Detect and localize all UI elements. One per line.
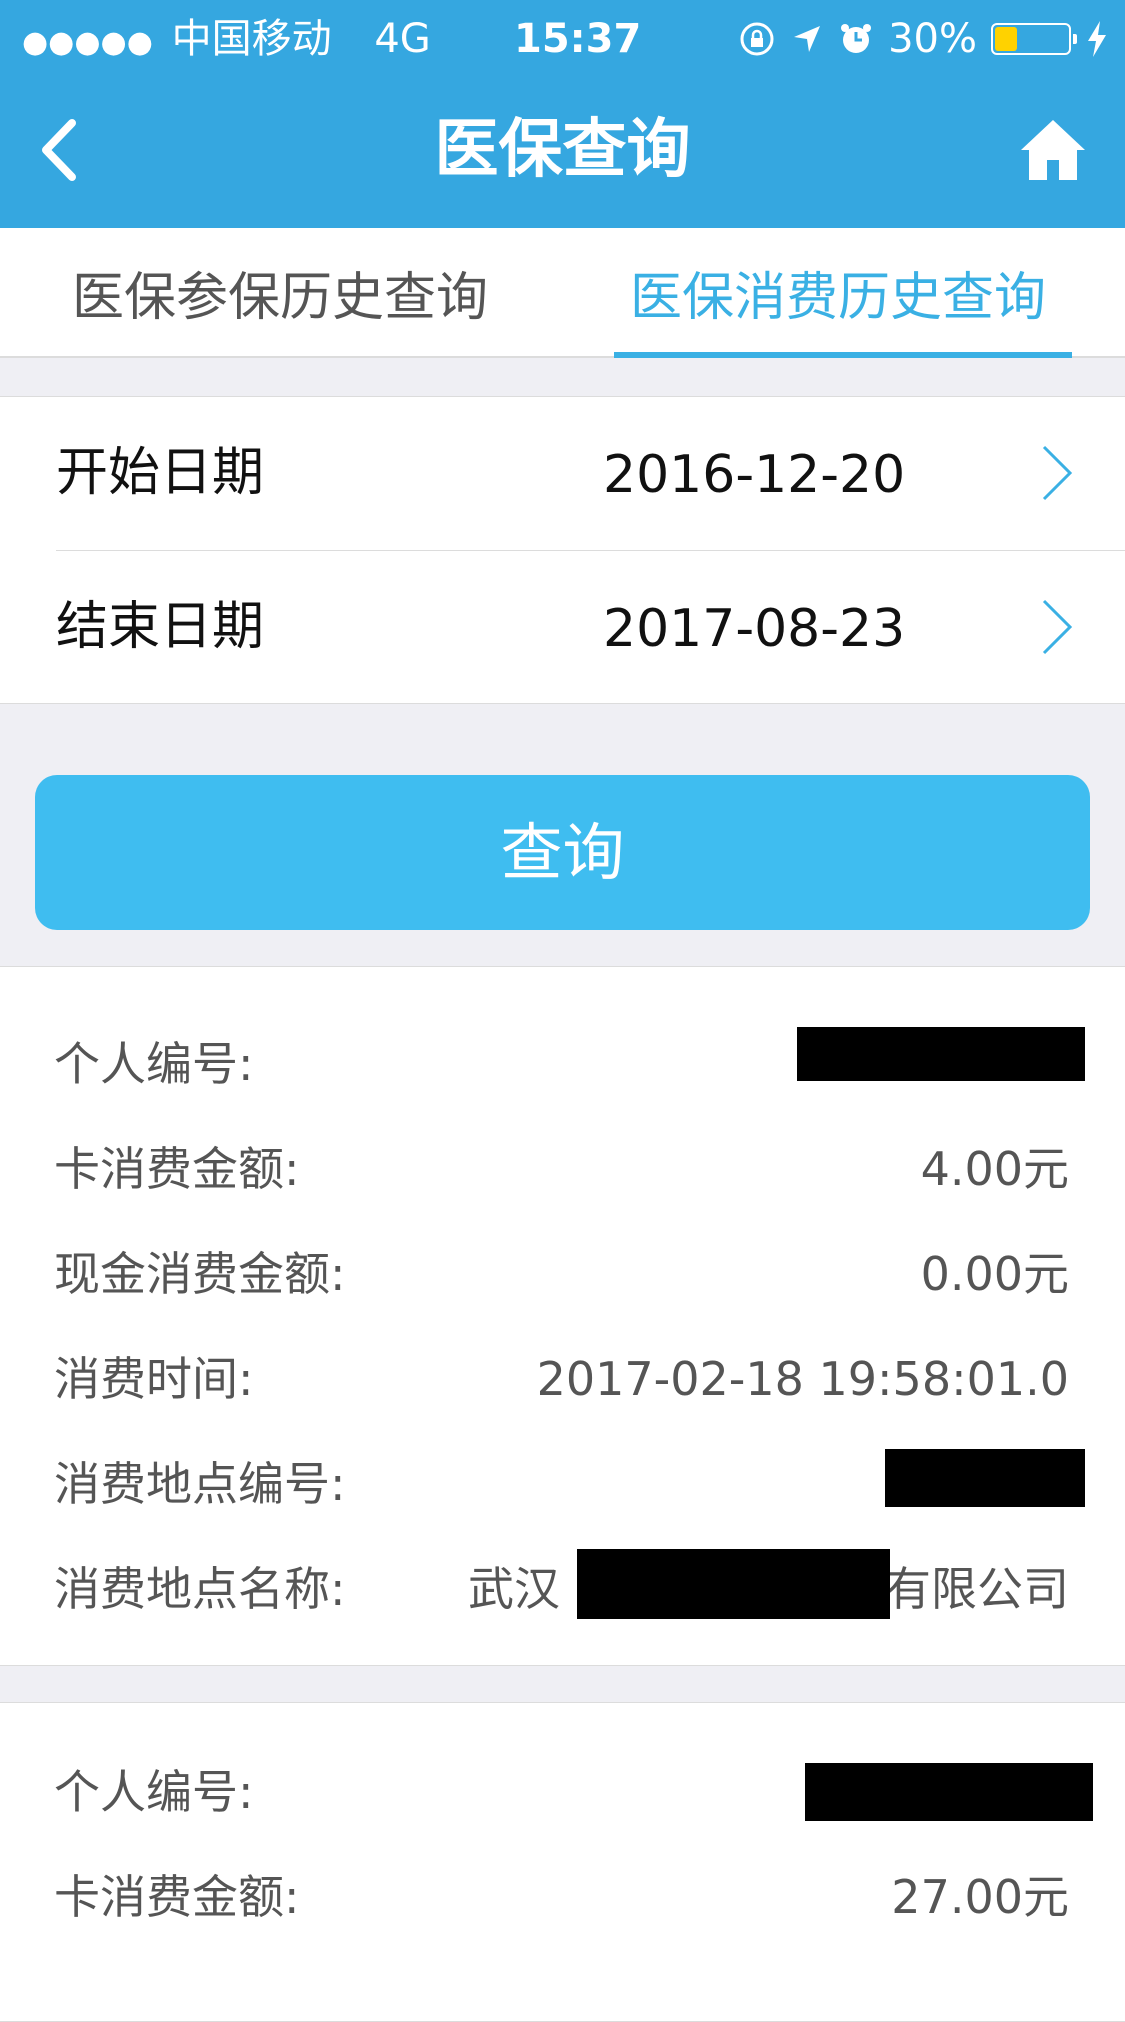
tab-insurance-history[interactable]: 医保参保历史查询 [72,266,488,330]
personal-id-label: 个人编号: [54,1765,254,1819]
card-amount-field: 卡消费金额: 27.00元 [0,1862,1125,1932]
home-button[interactable] [1017,114,1089,186]
alarm-icon [841,24,872,53]
active-tab-indicator [614,352,1072,358]
battery-icon [991,23,1077,55]
query-button[interactable]: 查询 [35,775,1090,930]
place-name-prefix: 武汉 [468,1562,560,1616]
start-date-label: 开始日期 [56,443,265,503]
battery-percent: 30% [888,16,977,62]
place-id-label: 消费地点编号: [54,1457,346,1511]
end-date-label: 结束日期 [56,597,265,657]
place-name-field: 消费地点名称: 武汉 有限公司 [0,1554,1125,1624]
header: ●●●●● 中国移动 4G 15:37 30% 医保查询 [0,0,1125,228]
status-bar: ●●●●● 中国移动 4G 15:37 30% [0,0,1125,80]
navigation-bar: 医保查询 [0,90,1125,210]
start-date-row[interactable]: 开始日期 2016-12-20 [0,397,1125,550]
tab-consumption-history[interactable]: 医保消费历史查询 [630,266,1046,330]
status-right: 30% [738,14,1109,64]
place-name-label: 消费地点名称: [54,1562,346,1616]
card-amount-label: 卡消费金额: [54,1142,300,1196]
consumption-record: 个人编号: 卡消费金额: 4.00元 现金消费金额: 0.00元 消费时间: 2… [0,966,1125,1666]
personal-id-label: 个人编号: [54,1037,254,1091]
end-date-row[interactable]: 结束日期 2017-08-23 [0,551,1125,704]
start-date-value: 2016-12-20 [603,445,906,505]
signal-strength-icon: ●●●●● [22,25,153,60]
card-amount-value: 27.00元 [891,1870,1069,1924]
redacted-block [885,1449,1085,1507]
redacted-block [805,1763,1093,1821]
cash-amount-field: 现金消费金额: 0.00元 [0,1239,1125,1309]
chevron-right-icon [1042,445,1073,501]
battery-level [995,27,1017,51]
card-amount-value: 4.00元 [920,1142,1069,1196]
network-type: 4G [374,16,431,62]
date-filter-card: 开始日期 2016-12-20 结束日期 2017-08-23 [0,396,1125,704]
end-date-value: 2017-08-23 [603,599,906,659]
tab-bar: 医保参保历史查询 医保消费历史查询 [0,228,1125,358]
cash-amount-label: 现金消费金额: [54,1247,346,1301]
redacted-block [577,1549,890,1619]
card-amount-label: 卡消费金额: [54,1870,300,1924]
location-arrow-icon [794,26,821,52]
status-left: ●●●●● 中国移动 4G [22,14,431,68]
cash-amount-value: 0.00元 [920,1247,1069,1301]
status-time: 15:37 [514,16,642,62]
card-amount-field: 卡消费金额: 4.00元 [0,1134,1125,1204]
consumption-record: 个人编号: 卡消费金额: 27.00元 [0,1702,1125,2022]
chevron-right-icon [1042,599,1073,655]
carrier-name: 中国移动 [171,16,332,62]
rotation-lock-icon [740,22,774,56]
page-title: 医保查询 [434,113,691,187]
place-name-suffix: 有限公司 [885,1562,1069,1616]
consumption-time-field: 消费时间: 2017-02-18 19:58:01.0 [0,1344,1125,1414]
charging-bolt-icon [1088,21,1106,57]
redacted-block [797,1027,1085,1081]
consumption-time-label: 消费时间: [54,1352,254,1406]
consumption-time-value: 2017-02-18 19:58:01.0 [536,1352,1069,1406]
